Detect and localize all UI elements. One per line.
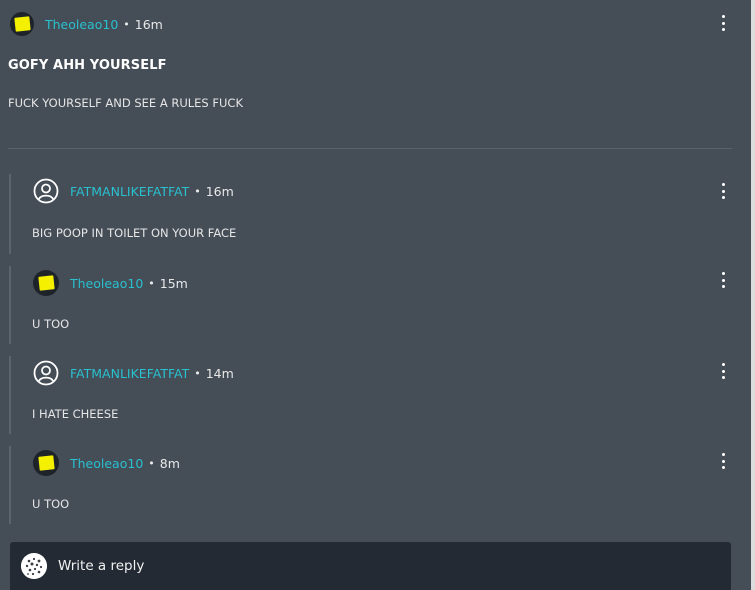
current-user-avatar <box>21 553 47 579</box>
reply-header: FATMANLIKEFATFAT • 16m <box>33 178 234 204</box>
reply-item: Theoleao10 • 15m U TOO <box>9 266 749 346</box>
reply-text: U TOO <box>32 497 70 511</box>
reply-text: I HATE CHEESE <box>32 407 119 421</box>
reply-item: Theoleao10 • 8m U TOO <box>9 446 749 526</box>
reply-author-avatar[interactable] <box>33 450 59 476</box>
reply-header: Theoleao10 • 15m <box>33 270 188 296</box>
yellow-square-avatar-icon <box>37 455 55 471</box>
reply-more-options-icon[interactable] <box>720 453 726 469</box>
meta-separator: • <box>123 17 130 31</box>
comment-thread: Theoleao10 • 16m GOFY AHH YOURSELF FUCK … <box>0 0 755 590</box>
reply-more-options-icon[interactable] <box>720 272 726 288</box>
reply-header: Theoleao10 • 8m <box>33 450 180 476</box>
thread-line <box>9 356 11 434</box>
reply-input[interactable] <box>58 558 658 574</box>
default-user-icon[interactable] <box>33 178 59 204</box>
reply-more-options-icon[interactable] <box>720 363 726 379</box>
reply-author-name[interactable]: FATMANLIKEFATFAT <box>70 366 189 381</box>
reply-timestamp: 14m <box>205 365 234 381</box>
reply-header: FATMANLIKEFATFAT • 14m <box>33 360 234 386</box>
thread-line <box>9 266 11 344</box>
dotted-avatar-icon <box>21 553 47 579</box>
meta-separator: • <box>194 184 201 198</box>
reply-text: U TOO <box>32 317 70 331</box>
reply-author-name[interactable]: FATMANLIKEFATFAT <box>70 184 189 199</box>
reply-author-name[interactable]: Theoleao10 <box>70 456 143 471</box>
post-header: Theoleao10 • 16m <box>10 12 163 36</box>
reply-text: BIG POOP IN TOILET ON YOUR FACE <box>32 226 237 240</box>
post-author-name[interactable]: Theoleao10 <box>45 17 118 32</box>
yellow-square-avatar-icon <box>13 16 31 32</box>
reply-more-options-icon[interactable] <box>720 183 726 199</box>
reply-item: FATMANLIKEFATFAT • 16m BIG POOP IN TOILE… <box>9 174 749 256</box>
reply-author-avatar[interactable] <box>33 270 59 296</box>
post-timestamp: 16m <box>134 16 163 32</box>
reply-timestamp: 8m <box>159 455 180 471</box>
yellow-square-avatar-icon <box>37 275 55 291</box>
post-body: FUCK YOURSELF AND SEE A RULES FUCK <box>8 96 243 110</box>
reply-timestamp: 16m <box>205 183 234 199</box>
reply-timestamp: 15m <box>159 275 188 291</box>
reply-author-name[interactable]: Theoleao10 <box>70 276 143 291</box>
post-author-avatar[interactable] <box>10 12 34 36</box>
meta-separator: • <box>194 366 201 380</box>
reply-item: FATMANLIKEFATFAT • 14m I HATE CHEESE <box>9 356 749 436</box>
meta-separator: • <box>148 456 155 470</box>
default-user-icon[interactable] <box>33 360 59 386</box>
thread-line <box>9 446 11 524</box>
scrollbar[interactable] <box>751 0 755 590</box>
meta-separator: • <box>148 276 155 290</box>
post-more-options-icon[interactable] <box>720 15 726 31</box>
reply-composer[interactable] <box>10 542 731 590</box>
post-divider <box>8 148 732 149</box>
post-title: GOFY AHH YOURSELF <box>8 58 167 73</box>
thread-line <box>9 174 11 254</box>
